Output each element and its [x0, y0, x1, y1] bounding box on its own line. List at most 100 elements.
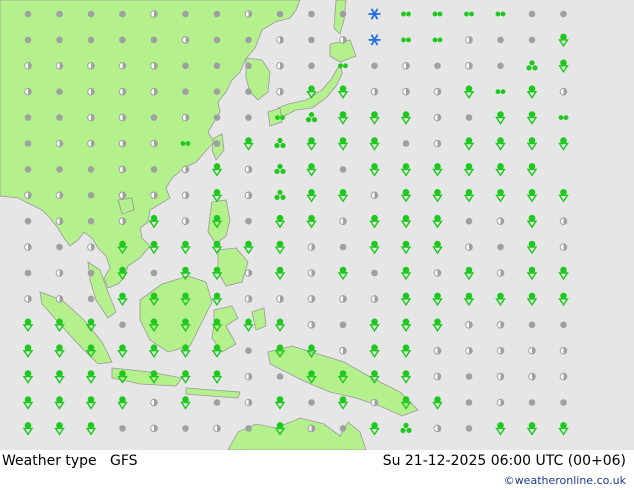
cloud-icon: [339, 321, 347, 329]
cloud-icon: [24, 140, 32, 147]
partly-cloudy-icon: [244, 398, 253, 407]
cloud-icon: [528, 10, 536, 18]
partly-cloudy-icon: [433, 372, 442, 381]
partly-cloudy-icon: [244, 269, 253, 277]
partly-cloudy-icon: [307, 295, 316, 303]
cloud-icon: [276, 373, 284, 380]
cloud-icon: [245, 62, 252, 70]
cloud-icon: [56, 10, 63, 18]
cloud-icon: [182, 10, 189, 18]
partly-cloudy-icon: [465, 346, 473, 355]
partly-cloudy-icon: [55, 191, 64, 200]
cloud-icon: [24, 36, 32, 44]
cloud-icon: [560, 399, 567, 406]
partly-cloudy-icon: [118, 217, 127, 225]
cloud-icon: [371, 62, 378, 70]
partly-cloudy-icon: [118, 113, 127, 122]
cloud-icon: [465, 114, 473, 121]
cloud-icon: [371, 269, 378, 277]
weather-type-map: [0, 0, 634, 450]
cloud-icon: [182, 62, 189, 70]
cloud-icon: [150, 166, 158, 173]
partly-cloudy-icon: [496, 269, 505, 277]
cloud-icon: [119, 36, 126, 44]
partly-cloudy-icon: [465, 62, 473, 70]
partly-cloudy-icon: [465, 243, 473, 251]
cloud-icon: [56, 36, 63, 44]
partly-cloudy-icon: [433, 139, 442, 148]
cloud-icon: [245, 425, 252, 432]
partly-cloudy-icon: [118, 139, 127, 148]
partly-cloudy-icon: [150, 10, 158, 18]
cloud-icon: [245, 114, 252, 121]
cloud-icon: [87, 217, 95, 225]
cloud-icon: [528, 36, 536, 44]
partly-cloudy-icon: [465, 321, 473, 329]
cloud-icon: [497, 243, 504, 251]
cloud-icon: [245, 347, 252, 355]
cloud-icon: [434, 62, 441, 70]
cloud-icon: [56, 88, 63, 95]
partly-cloudy-icon: [181, 165, 190, 174]
cloud-icon: [339, 166, 347, 173]
partly-cloudy-icon: [433, 346, 442, 355]
partly-cloudy-icon: [370, 191, 379, 200]
partly-cloudy-icon: [370, 295, 379, 303]
weather-type-label: Weather type: [2, 453, 97, 469]
partly-cloudy-icon: [87, 87, 95, 96]
partly-cloudy-icon: [181, 217, 190, 225]
cloud-icon: [150, 36, 158, 44]
partly-cloudy-icon: [55, 139, 64, 148]
cloud-icon: [150, 269, 158, 277]
partly-cloudy-icon: [55, 295, 64, 303]
partly-cloudy-icon: [433, 269, 442, 277]
cloud-icon: [245, 217, 252, 225]
partly-cloudy-icon: [55, 269, 64, 277]
partly-cloudy-icon: [213, 424, 221, 433]
cloud-icon: [245, 36, 252, 44]
partly-cloudy-icon: [339, 36, 347, 44]
cloud-icon: [308, 10, 315, 18]
cloud-icon: [465, 425, 473, 432]
cloud-icon: [465, 399, 473, 406]
cloud-icon: [119, 425, 126, 432]
partly-cloudy-icon: [244, 295, 253, 303]
cloud-icon: [24, 166, 32, 173]
partly-cloudy-icon: [465, 36, 473, 44]
cloud-icon: [339, 243, 347, 251]
partly-cloudy-icon: [150, 87, 158, 96]
partly-cloudy-icon: [370, 398, 379, 407]
partly-cloudy-icon: [559, 217, 568, 225]
partly-cloudy-icon: [87, 139, 95, 148]
weather-map-page: Weather type GFS Su 21-12-2025 06:00 UTC…: [0, 0, 634, 490]
partly-cloudy-icon: [402, 62, 410, 70]
partly-cloudy-icon: [55, 62, 64, 70]
credit-link[interactable]: ©weatheronline.co.uk: [504, 474, 626, 487]
partly-cloudy-icon: [181, 36, 190, 44]
partly-cloudy-icon: [433, 424, 442, 433]
partly-cloudy-icon: [150, 139, 158, 148]
partly-cloudy-icon: [244, 191, 253, 200]
partly-cloudy-icon: [87, 113, 95, 122]
cloud-icon: [339, 425, 347, 432]
partly-cloudy-icon: [339, 346, 347, 355]
partly-cloudy-icon: [496, 398, 505, 407]
cloud-icon: [465, 217, 473, 225]
partly-cloudy-icon: [244, 10, 253, 18]
cloud-icon: [308, 62, 315, 70]
partly-cloudy-icon: [339, 295, 347, 303]
partly-cloudy-icon: [370, 87, 379, 96]
partly-cloudy-icon: [244, 372, 253, 381]
cloud-icon: [497, 36, 504, 44]
cloud-icon: [213, 140, 221, 147]
cloud-icon: [87, 269, 95, 277]
cloud-icon: [182, 425, 189, 432]
cloud-icon: [150, 114, 158, 121]
partly-cloudy-icon: [24, 87, 32, 96]
cloud-icon: [497, 62, 504, 70]
partly-cloudy-icon: [496, 321, 505, 329]
cloud-icon: [87, 10, 95, 18]
cloud-icon: [213, 114, 221, 121]
partly-cloudy-icon: [528, 346, 536, 355]
partly-cloudy-icon: [307, 243, 316, 251]
